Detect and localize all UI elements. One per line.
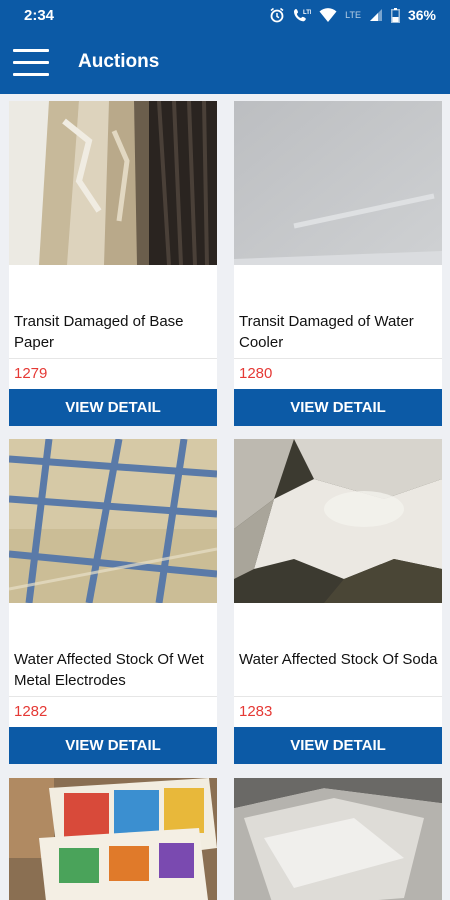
status-bar: 2:34 LTE LTE 36% bbox=[0, 0, 450, 30]
wifi-icon bbox=[319, 8, 337, 22]
auction-image[interactable] bbox=[9, 439, 217, 603]
view-detail-button[interactable]: VIEW DETAIL bbox=[9, 389, 217, 426]
auction-card[interactable] bbox=[234, 778, 442, 900]
auction-lot-number: 1283 bbox=[239, 703, 273, 720]
auction-title: Water Affected Stock Of Wet Metal Electr… bbox=[14, 651, 204, 689]
hamburger-menu-icon[interactable] bbox=[0, 30, 72, 94]
battery-percent: 36% bbox=[407, 7, 436, 23]
view-detail-button[interactable]: VIEW DETAIL bbox=[234, 727, 442, 764]
auction-card[interactable]: Water Affected Stock Of Soda 1283 VIEW D… bbox=[234, 439, 442, 764]
divider bbox=[9, 358, 217, 359]
auction-lot-number: 1280 bbox=[239, 365, 273, 382]
auction-title: Transit Damaged of Water Cooler bbox=[239, 313, 414, 351]
auction-card[interactable]: Water Affected Stock Of Wet Metal Electr… bbox=[9, 439, 217, 764]
auction-image[interactable] bbox=[234, 778, 442, 900]
battery-icon bbox=[390, 7, 400, 23]
signal-icon bbox=[369, 9, 382, 21]
page-title: Auctions bbox=[78, 51, 160, 72]
volte-call-icon: LTE bbox=[294, 9, 311, 22]
auction-image[interactable] bbox=[234, 101, 442, 265]
status-time: 2:34 bbox=[24, 6, 55, 24]
auction-card[interactable] bbox=[9, 778, 217, 900]
auction-title: Transit Damaged of Base Paper bbox=[14, 313, 184, 351]
auction-grid[interactable]: Transit Damaged of Base Paper 1279 VIEW … bbox=[0, 94, 450, 900]
auction-lot-number: 1279 bbox=[14, 365, 48, 382]
view-detail-button[interactable]: VIEW DETAIL bbox=[234, 389, 442, 426]
auction-image[interactable] bbox=[9, 101, 217, 265]
network-type-label: LTE bbox=[345, 10, 361, 20]
divider bbox=[234, 696, 442, 697]
svg-text:LTE: LTE bbox=[303, 10, 311, 16]
auction-card[interactable]: Transit Damaged of Water Cooler 1280 VIE… bbox=[234, 101, 442, 426]
auction-image[interactable] bbox=[234, 439, 442, 603]
divider bbox=[234, 358, 442, 359]
auction-title: Water Affected Stock Of Soda bbox=[239, 651, 438, 668]
auction-image[interactable] bbox=[9, 778, 217, 900]
view-detail-button[interactable]: VIEW DETAIL bbox=[9, 727, 217, 764]
auction-lot-number: 1282 bbox=[14, 703, 48, 720]
status-icons: LTE LTE 36% bbox=[269, 7, 436, 23]
alarm-icon bbox=[270, 7, 284, 23]
app-bar: Auctions bbox=[0, 30, 450, 94]
divider bbox=[9, 696, 217, 697]
auction-card[interactable]: Transit Damaged of Base Paper 1279 VIEW … bbox=[9, 101, 217, 426]
